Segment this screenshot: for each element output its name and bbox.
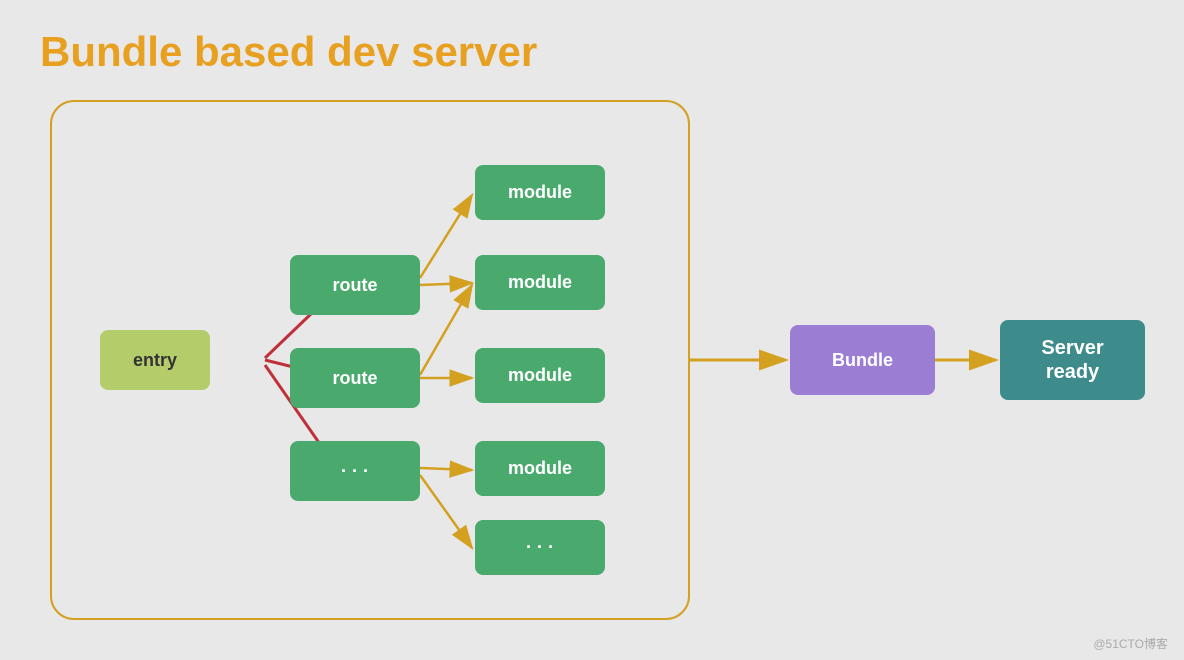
node-server-ready: Server ready bbox=[1000, 320, 1145, 400]
diagram-area: entry route route · · · module module mo… bbox=[20, 100, 1164, 630]
slide: Bundle based dev server bbox=[0, 0, 1184, 660]
node-dots1: · · · bbox=[290, 441, 420, 501]
node-entry: entry bbox=[100, 330, 210, 390]
node-module1: module bbox=[475, 165, 605, 220]
node-module3: module bbox=[475, 348, 605, 403]
node-dots2: · · · bbox=[475, 520, 605, 575]
node-module4: module bbox=[475, 441, 605, 496]
slide-title: Bundle based dev server bbox=[40, 28, 537, 76]
node-route1: route bbox=[290, 255, 420, 315]
node-module2: module bbox=[475, 255, 605, 310]
node-route2: route bbox=[290, 348, 420, 408]
watermark: @51CTO博客 bbox=[1093, 635, 1168, 652]
node-bundle: Bundle bbox=[790, 325, 935, 395]
